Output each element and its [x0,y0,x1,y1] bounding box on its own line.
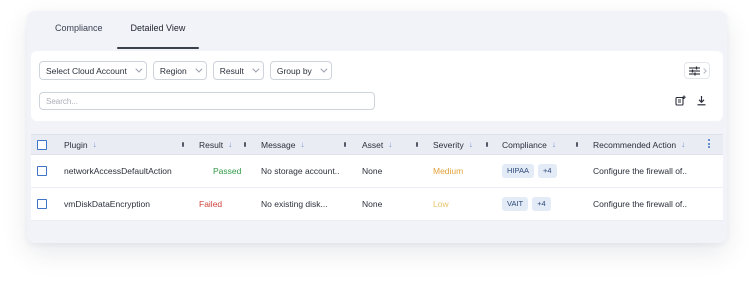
cloud-account-dropdown[interactable]: Select Cloud Account [39,61,147,80]
col-message-header[interactable]: Message ↓ [261,135,305,154]
table-row[interactable]: vmDiskDataEncryption Failed No existing … [31,188,723,221]
export-file-icon [674,95,686,106]
col-asset-label: Asset [362,139,384,150]
sliders-icon [688,66,700,75]
cell-severity: Low [433,199,449,209]
cell-result: Passed [213,166,242,176]
chevron-down-icon [135,65,143,73]
chevron-down-icon [195,65,203,73]
results-table: Plugin ↓ Result ↓ Message ↓ Asset ↓ Severity… [31,134,723,221]
col-asset-header[interactable]: Asset ↓ [362,135,392,154]
cell-asset: None [362,166,383,176]
cell-recommended-action: Configure the firewall of.. [593,199,688,209]
compliance-tag[interactable]: HIPAA [502,164,534,178]
cell-compliance: VAIT +4 [502,188,555,220]
region-label: Region [159,65,187,76]
more-options-icon[interactable] [708,139,710,148]
result-dropdown[interactable]: Result [212,61,264,80]
cell-recommended-action: Configure the firewall of.. [593,166,688,176]
col-severity-header[interactable]: Severity ↓ [433,135,473,154]
sort-arrow-icon: ↓ [300,140,305,149]
filters-panel: Select Cloud Account Region Result Group… [31,51,723,121]
compliance-more-badge[interactable]: +4 [532,197,551,211]
chevron-down-icon [252,65,260,73]
col-action-header[interactable]: Recommended Action ↓ [593,135,685,154]
col-action-label: Recommended Action [593,139,677,150]
header-select-cell [37,135,47,154]
row-select-cell [37,155,47,187]
cell-asset: None [362,199,383,209]
col-result-label: Result [199,139,224,150]
col-compliance-header[interactable]: Compliance ↓ [502,135,556,154]
group-by-label: Group by [276,65,312,76]
cell-message: No storage account.. [261,166,340,176]
column-resize-handle[interactable] [244,142,246,147]
sort-arrow-icon: ↓ [388,140,393,149]
compliance-more-badge[interactable]: +4 [537,164,557,178]
filter-row: Select Cloud Account Region Result Group… [39,61,332,80]
view-tabs: Compliance Detailed View [41,20,200,50]
cell-compliance: HIPAA +4 [502,155,561,187]
column-resize-handle[interactable] [416,142,418,147]
tab-compliance[interactable]: Compliance [41,20,117,50]
table-header: Plugin ↓ Result ↓ Message ↓ Asset ↓ Severity… [31,134,723,155]
download-icon [697,95,705,105]
sort-arrow-icon: ↓ [681,140,686,149]
detailed-view-card: Compliance Detailed View Select Cloud Ac… [27,11,727,243]
chevron-down-icon [320,65,328,73]
result-filter-label: Result [219,65,244,76]
column-settings-button[interactable] [684,62,710,79]
sort-arrow-icon: ↓ [92,140,97,149]
sort-arrow-icon: ↓ [468,140,473,149]
table-row[interactable]: networkAccessDefaultAction Passed No sto… [31,155,723,188]
column-resize-handle[interactable] [182,142,184,147]
column-resize-handle[interactable] [576,142,578,147]
compliance-tag[interactable]: VAIT [502,197,529,211]
row-select-cell [37,188,47,220]
export-button[interactable] [673,93,687,107]
col-plugin-header[interactable]: Plugin ↓ [64,135,97,154]
search-input[interactable] [39,92,375,110]
group-by-dropdown[interactable]: Group by [269,61,332,80]
cell-plugin: vmDiskDataEncryption [64,199,150,209]
select-all-checkbox[interactable] [37,139,47,150]
col-plugin-label: Plugin [64,139,88,150]
chevron-right-icon [700,67,707,74]
col-result-header[interactable]: Result ↓ [199,135,232,154]
cell-message: No existing disk... [261,199,328,209]
sort-arrow-icon: ↓ [228,140,233,149]
tab-detailed-view[interactable]: Detailed View [116,20,200,50]
row-checkbox[interactable] [37,166,47,176]
column-resize-handle[interactable] [486,142,488,147]
download-button[interactable] [694,93,708,107]
column-resize-handle[interactable] [344,142,346,147]
col-message-label: Message [261,139,296,150]
sort-arrow-icon: ↓ [551,140,556,149]
cell-severity: Medium [433,166,464,176]
col-compliance-label: Compliance [502,139,547,150]
row-checkbox[interactable] [37,199,47,209]
cell-plugin: networkAccessDefaultAction [64,166,172,176]
cell-result: Failed [199,199,223,209]
region-dropdown[interactable]: Region [152,61,207,80]
col-severity-label: Severity [433,139,464,150]
cloud-account-label: Select Cloud Account [46,65,127,76]
